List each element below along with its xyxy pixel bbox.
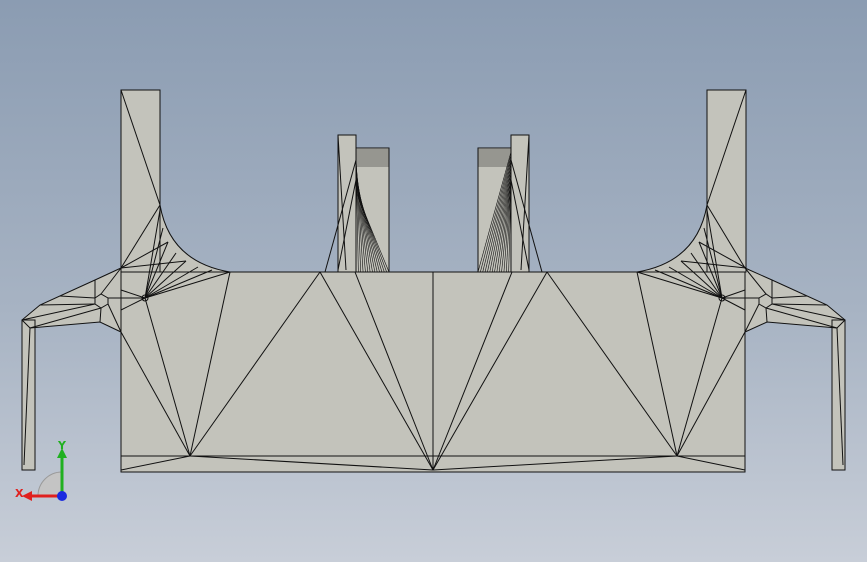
triad-quarter-disc [37, 471, 63, 497]
y-axis-label: Y [57, 440, 67, 452]
part-model-view[interactable] [0, 0, 867, 562]
cad-graphics-viewport[interactable]: Y X [0, 0, 867, 562]
axis-triad: Y X [15, 440, 67, 501]
z-axis-dot [57, 491, 67, 501]
x-axis-arrow [22, 491, 32, 501]
x-axis-label: X [15, 487, 24, 500]
